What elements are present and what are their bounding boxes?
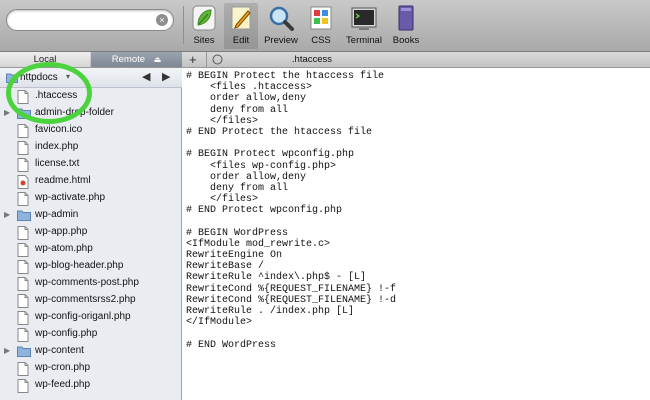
terminal-icon — [351, 7, 377, 30]
file-row[interactable]: wp-activate.php — [0, 190, 181, 207]
books-button[interactable]: Books — [389, 3, 423, 49]
file-name: wp-commentsrss2.php — [35, 294, 136, 305]
file-name: wp-app.php — [35, 226, 88, 237]
disclosure-triangle-icon[interactable]: ▶ — [4, 210, 10, 219]
code-line: # END Protect wpconfig.php — [186, 205, 343, 217]
clear-search-icon[interactable]: × — [156, 14, 168, 26]
file-name: wp-cron.php — [35, 362, 91, 373]
file-name: wp-blog-header.php — [35, 260, 124, 271]
file-row[interactable]: readme.html — [0, 173, 181, 190]
folder-icon — [17, 209, 31, 224]
sites-button[interactable]: Sites — [188, 3, 220, 49]
file-list: .htaccess ▶ admin-drop-folder favicon.ico in… — [0, 88, 182, 400]
file-name: wp-config-origanl.php — [35, 311, 131, 322]
file-name: wp-config.php — [35, 328, 98, 339]
leaf-icon — [192, 5, 216, 31]
tab-remote-label: Remote — [111, 54, 146, 65]
folder-icon — [17, 345, 31, 360]
file-name: wp-content — [35, 345, 84, 356]
file-row[interactable]: wp-config.php — [0, 326, 181, 343]
books-label: Books — [392, 35, 420, 46]
file-row[interactable]: wp-commentsrss2.php — [0, 292, 181, 309]
file-row[interactable]: ▶ wp-content — [0, 343, 181, 360]
code-line: <IfModule mod_rewrite.c> — [186, 238, 331, 250]
toolbar: × Sites Edit Preview CSS Terminal Books — [0, 0, 650, 52]
code-line: RewriteEngine On — [186, 250, 283, 261]
close-tab-icon[interactable] — [212, 54, 223, 65]
toolbar-divider — [183, 6, 184, 44]
code-line: deny from all — [186, 182, 289, 194]
search-input[interactable]: × — [6, 9, 174, 31]
file-name: license.txt — [35, 158, 80, 169]
css-button[interactable]: CSS — [304, 3, 338, 49]
css-palette-icon — [310, 6, 332, 30]
file-name: wp-atom.php — [35, 243, 93, 254]
code-line: RewriteRule ^index\.php$ - [L] — [186, 272, 367, 284]
code-line: </IfModule> — [186, 317, 253, 329]
terminal-label: Terminal — [346, 35, 382, 46]
disclosure-triangle-icon[interactable]: ▶ — [4, 346, 10, 355]
disclosure-triangle-icon[interactable]: ▶ — [4, 108, 10, 117]
code-line: <files wp-config.php> — [186, 160, 337, 172]
file-name: favicon.ico — [35, 124, 83, 135]
code-line: # END WordPress — [186, 339, 277, 351]
code-line: # BEGIN Protect the htaccess file — [186, 71, 385, 82]
code-line: order allow,deny — [186, 171, 307, 183]
preview-button[interactable]: Preview — [260, 3, 302, 49]
file-row[interactable]: wp-app.php — [0, 224, 181, 241]
pencil-icon — [231, 6, 251, 30]
css-label: CSS — [311, 35, 331, 46]
code-line: </files> — [186, 194, 259, 206]
edit-button[interactable]: Edit — [224, 3, 258, 49]
file-row[interactable]: wp-config-origanl.php — [0, 309, 181, 326]
tab-divider — [206, 52, 207, 68]
file-row[interactable]: wp-cron.php — [0, 360, 181, 377]
file-row[interactable]: license.txt — [0, 156, 181, 173]
code-line: # END Protect the htaccess file — [186, 126, 373, 138]
code-editor[interactable]: # BEGIN Protect the htaccess file <files… — [182, 68, 650, 400]
file-row[interactable]: wp-feed.php — [0, 377, 181, 394]
code-line: order allow,deny — [186, 93, 307, 105]
file-row[interactable]: ▶ wp-admin — [0, 207, 181, 224]
code-line: # BEGIN WordPress — [186, 227, 289, 239]
edit-label: Edit — [232, 35, 250, 46]
preview-label: Preview — [264, 35, 298, 46]
tab-remote[interactable]: Remote ⏏ — [91, 52, 182, 67]
file-row[interactable]: index.php — [0, 139, 181, 156]
file-name: wp-activate.php — [35, 192, 106, 203]
file-name: wp-feed.php — [35, 379, 91, 390]
books-icon — [398, 5, 414, 31]
back-button[interactable]: ◀ — [142, 70, 150, 83]
eject-icon[interactable]: ⏏ — [154, 55, 162, 64]
highlight-circle — [6, 62, 92, 124]
file-row[interactable]: favicon.ico — [0, 122, 181, 139]
add-tab-button[interactable]: + — [189, 52, 197, 67]
code-line: deny from all — [186, 104, 289, 116]
tab-htaccess[interactable]: .htaccess — [232, 52, 392, 68]
magnifier-icon — [269, 6, 294, 31]
code-line: </files> — [186, 115, 259, 127]
sites-label: Sites — [193, 35, 215, 46]
forward-button[interactable]: ▶ — [162, 70, 170, 83]
code-line: RewriteCond %{REQUEST_FILENAME} !-f — [186, 283, 397, 295]
terminal-button[interactable]: Terminal — [340, 3, 388, 49]
file-name: wp-comments-post.php — [35, 277, 139, 288]
code-line: # BEGIN Protect wpconfig.php — [186, 149, 355, 161]
file-row[interactable]: wp-atom.php — [0, 241, 181, 258]
code-content: # BEGIN Protect the htaccess file <files… — [186, 71, 650, 351]
code-line: <files .htaccess> — [186, 82, 313, 94]
file-name: readme.html — [35, 175, 91, 186]
code-line: RewriteRule . /index.php [L] — [186, 305, 355, 317]
code-line: RewriteBase / — [186, 261, 265, 273]
file-row[interactable]: wp-comments-post.php — [0, 275, 181, 292]
file-row[interactable]: wp-blog-header.php — [0, 258, 181, 275]
editor-tab-bar: + .htaccess — [182, 52, 650, 68]
code-line: RewriteCond %{REQUEST_FILENAME} !-d — [186, 294, 397, 306]
file-name: wp-admin — [35, 209, 79, 220]
file-name: index.php — [35, 141, 79, 152]
file-icon — [17, 379, 29, 396]
